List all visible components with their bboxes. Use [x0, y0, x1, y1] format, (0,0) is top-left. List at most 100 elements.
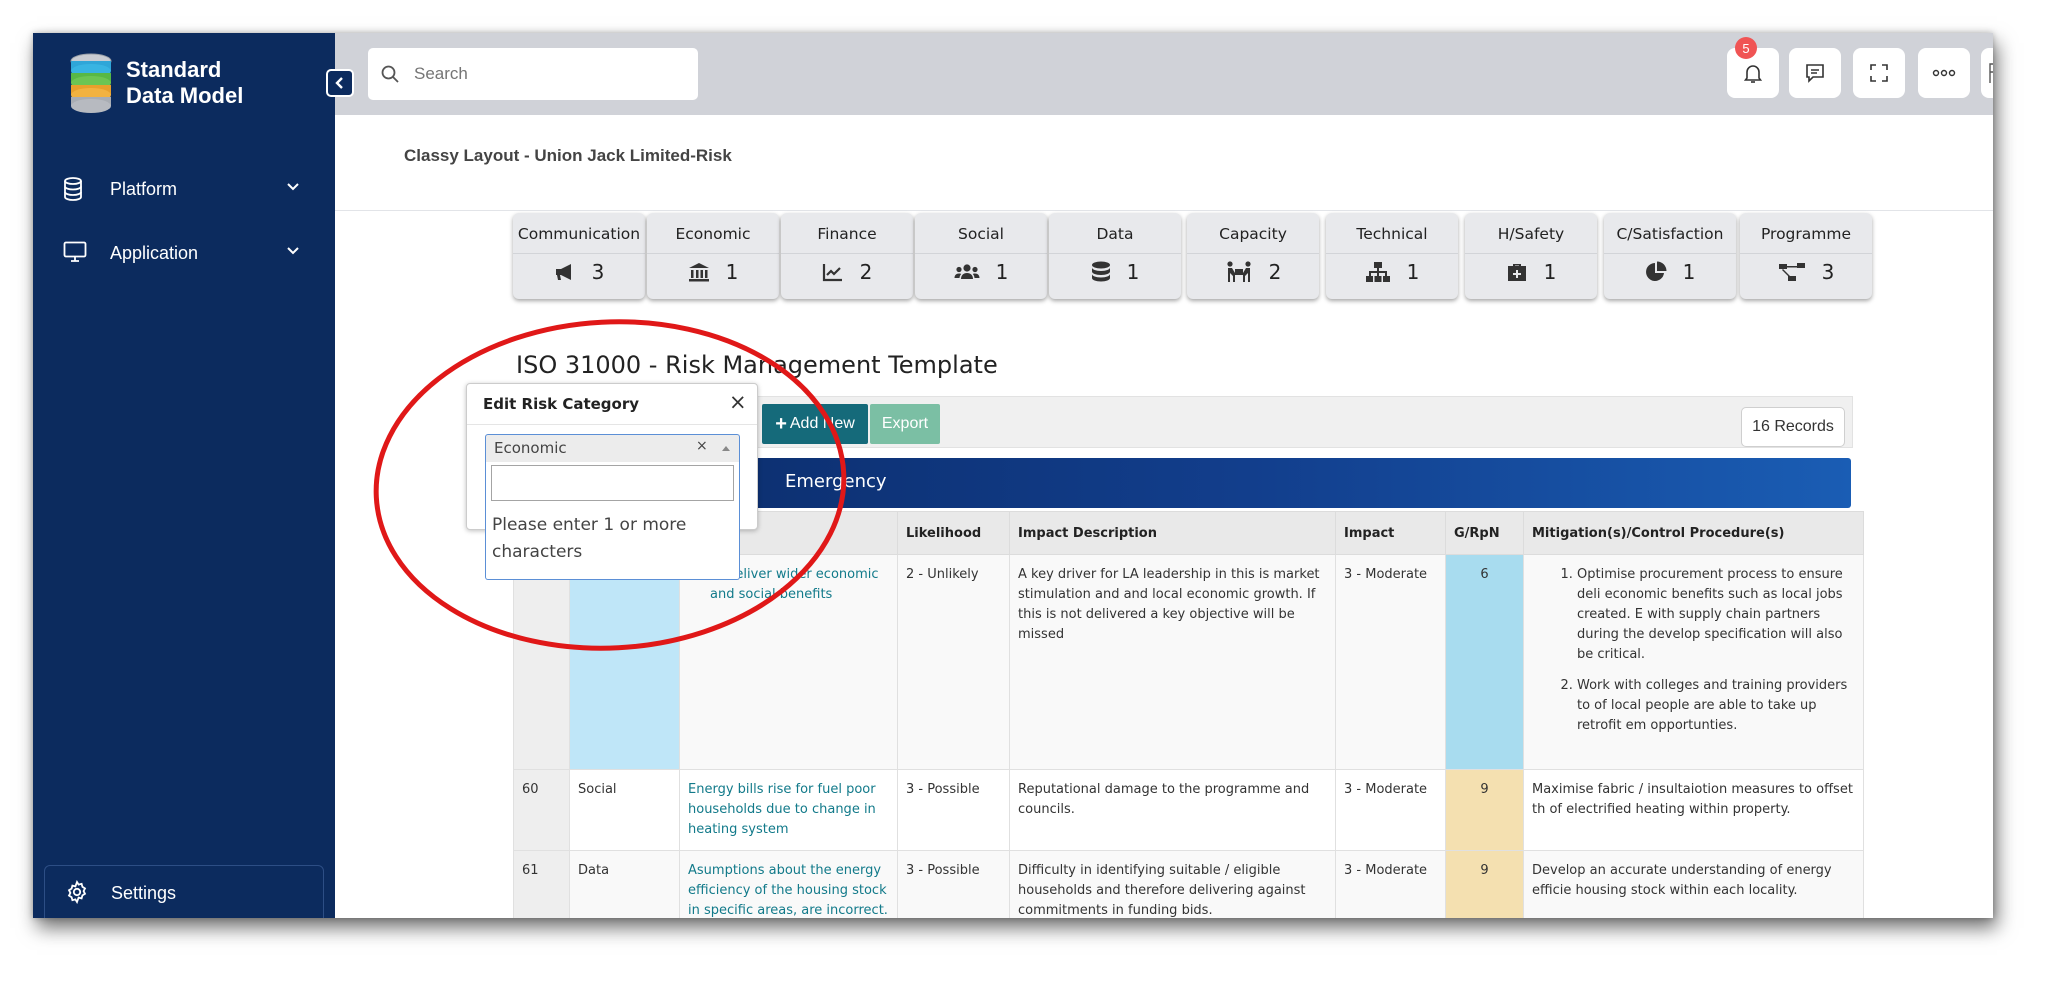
first-aid-icon — [1507, 264, 1526, 281]
cell-likelihood: 2 - Unlikely — [897, 554, 1010, 770]
sidebar: Standard Data Model Platform Application — [33, 33, 335, 918]
table-row[interactable]: 61 Data Asumptions about the energy effi… — [513, 850, 1864, 918]
category-name: C/Satisfaction — [1616, 225, 1724, 243]
card-divider — [1049, 253, 1181, 254]
table-row[interactable]: to deliver wider economic and social ben… — [513, 554, 1864, 770]
category-name: Social — [958, 225, 1004, 243]
add-new-button[interactable]: + Add New — [762, 404, 868, 444]
category-card-h-safety[interactable]: H/Safety 1 — [1465, 213, 1597, 299]
category-count-row: 2 — [781, 259, 913, 285]
category-card-technical[interactable]: Technical 1 — [1326, 213, 1458, 299]
card-divider — [647, 253, 779, 254]
category-count-row: 1 — [1326, 259, 1458, 285]
database-icon — [64, 177, 82, 201]
sidebar-item-application[interactable]: Application — [33, 231, 335, 275]
sidebar-item-platform[interactable]: Platform — [33, 167, 335, 211]
sitemap-icon — [1365, 262, 1390, 282]
category-card-programme[interactable]: Programme 3 — [1740, 213, 1872, 299]
category-card-social[interactable]: Social 1 — [915, 213, 1047, 299]
category-card-communication[interactable]: Communication 3 — [513, 213, 645, 299]
category-count-row: 1 — [915, 259, 1047, 285]
sidebar-item-label: Application — [110, 242, 199, 263]
table-row[interactable]: 60 Social Energy bills rise for fuel poo… — [513, 769, 1864, 851]
category-count: 2 — [1268, 260, 1282, 284]
category-count-row: 1 — [1604, 259, 1736, 285]
cell-category[interactable] — [569, 554, 680, 770]
people-carry-icon — [1227, 261, 1251, 282]
chevron-down-icon — [287, 247, 299, 255]
card-divider — [781, 253, 913, 254]
app-title: Standard Data Model — [126, 57, 243, 109]
category-count: 1 — [995, 260, 1009, 284]
flag-button[interactable] — [1981, 48, 1993, 98]
notification-badge: 5 — [1735, 37, 1757, 59]
chevron-left-icon — [335, 77, 343, 89]
category-name: Technical — [1356, 225, 1428, 243]
search-icon — [381, 65, 399, 83]
category-card-finance[interactable]: Finance 2 — [781, 213, 913, 299]
category-count: 1 — [1543, 260, 1557, 284]
risk-category-select[interactable]: Economic × — [485, 434, 740, 462]
cell-impact-description: Difficulty in identifying suitable / eli… — [1009, 850, 1336, 918]
category-count-row: 1 — [1049, 259, 1181, 285]
category-count: 2 — [859, 260, 873, 284]
settings-button[interactable]: Settings — [44, 865, 324, 918]
category-card-data[interactable]: Data 1 — [1049, 213, 1181, 299]
category-card-capacity[interactable]: Capacity 2 — [1187, 213, 1319, 299]
sidebar-item-label: Platform — [110, 178, 178, 199]
fullscreen-button[interactable] — [1853, 48, 1905, 98]
card-divider — [1740, 253, 1872, 254]
page-title: ISO 31000 - Risk Management Template — [516, 351, 998, 379]
clear-selection-icon[interactable]: × — [696, 438, 708, 454]
column-header-impact-description[interactable]: Impact Description — [1009, 511, 1336, 555]
cell-rpn: 9 — [1445, 850, 1524, 918]
column-header-impact[interactable]: Impact — [1335, 511, 1446, 555]
app-logo[interactable]: Standard Data Model — [68, 53, 243, 113]
chart-line-icon — [822, 264, 842, 282]
card-divider — [1187, 253, 1319, 254]
mitigation-list: Optimise procurement process to ensure d… — [1532, 565, 1855, 736]
card-divider — [1326, 253, 1458, 254]
category-count: 1 — [725, 260, 739, 284]
cell-risk[interactable]: to deliver wider economic and social ben… — [679, 554, 898, 770]
cell-category[interactable]: Social — [569, 769, 680, 851]
cell-likelihood: 3 - Possible — [897, 769, 1010, 851]
add-new-label: Add New — [789, 415, 855, 432]
category-name: Capacity — [1219, 225, 1287, 243]
selected-value: Economic — [494, 439, 567, 457]
breadcrumb-bar: Classy Layout - Union Jack Limited-Risk — [335, 115, 1993, 211]
card-divider — [1465, 253, 1597, 254]
close-icon[interactable]: × — [729, 390, 747, 414]
app-title-line1: Standard — [126, 57, 222, 82]
more-options-button[interactable] — [1918, 48, 1970, 98]
expand-icon — [1870, 64, 1888, 82]
category-card-c-satisfaction[interactable]: C/Satisfaction 1 — [1604, 213, 1736, 299]
category-count: 3 — [1821, 260, 1835, 284]
search-input[interactable] — [414, 62, 684, 86]
category-count-row: 3 — [1740, 259, 1872, 285]
category-count: 1 — [1682, 260, 1696, 284]
bank-icon — [688, 263, 709, 282]
cell-mitigation: Maximise fabric / insultaiotion measures… — [1523, 769, 1864, 851]
app-title-line2: Data Model — [126, 83, 244, 108]
cell-category[interactable]: Data — [569, 850, 680, 918]
category-card-economic[interactable]: Economic 1 — [647, 213, 779, 299]
export-button[interactable]: Export — [870, 404, 940, 444]
project-diagram-icon — [1778, 263, 1805, 281]
caret-up-icon[interactable] — [722, 446, 730, 451]
collapse-sidebar-button[interactable] — [326, 69, 354, 97]
column-header-likelihood[interactable]: Likelihood — [897, 511, 1010, 555]
messages-button[interactable] — [1789, 48, 1841, 98]
bell-icon — [1743, 65, 1763, 83]
cell-impact: 3 - Moderate — [1335, 850, 1446, 918]
category-count: 1 — [1406, 260, 1420, 284]
column-header-mitigation[interactable]: Mitigation(s)/Control Procedure(s) — [1523, 511, 1864, 555]
search-box[interactable] — [368, 48, 698, 100]
column-header-rpn[interactable]: G/RpN — [1445, 511, 1524, 555]
card-divider — [513, 253, 645, 254]
cell-risk[interactable]: Energy bills rise for fuel poor househol… — [679, 769, 898, 851]
cell-risk[interactable]: Asumptions about the energy efficiency o… — [679, 850, 898, 918]
pie-chart-icon — [1645, 261, 1667, 281]
gear-icon — [67, 880, 87, 904]
select-search-input[interactable] — [491, 465, 734, 501]
